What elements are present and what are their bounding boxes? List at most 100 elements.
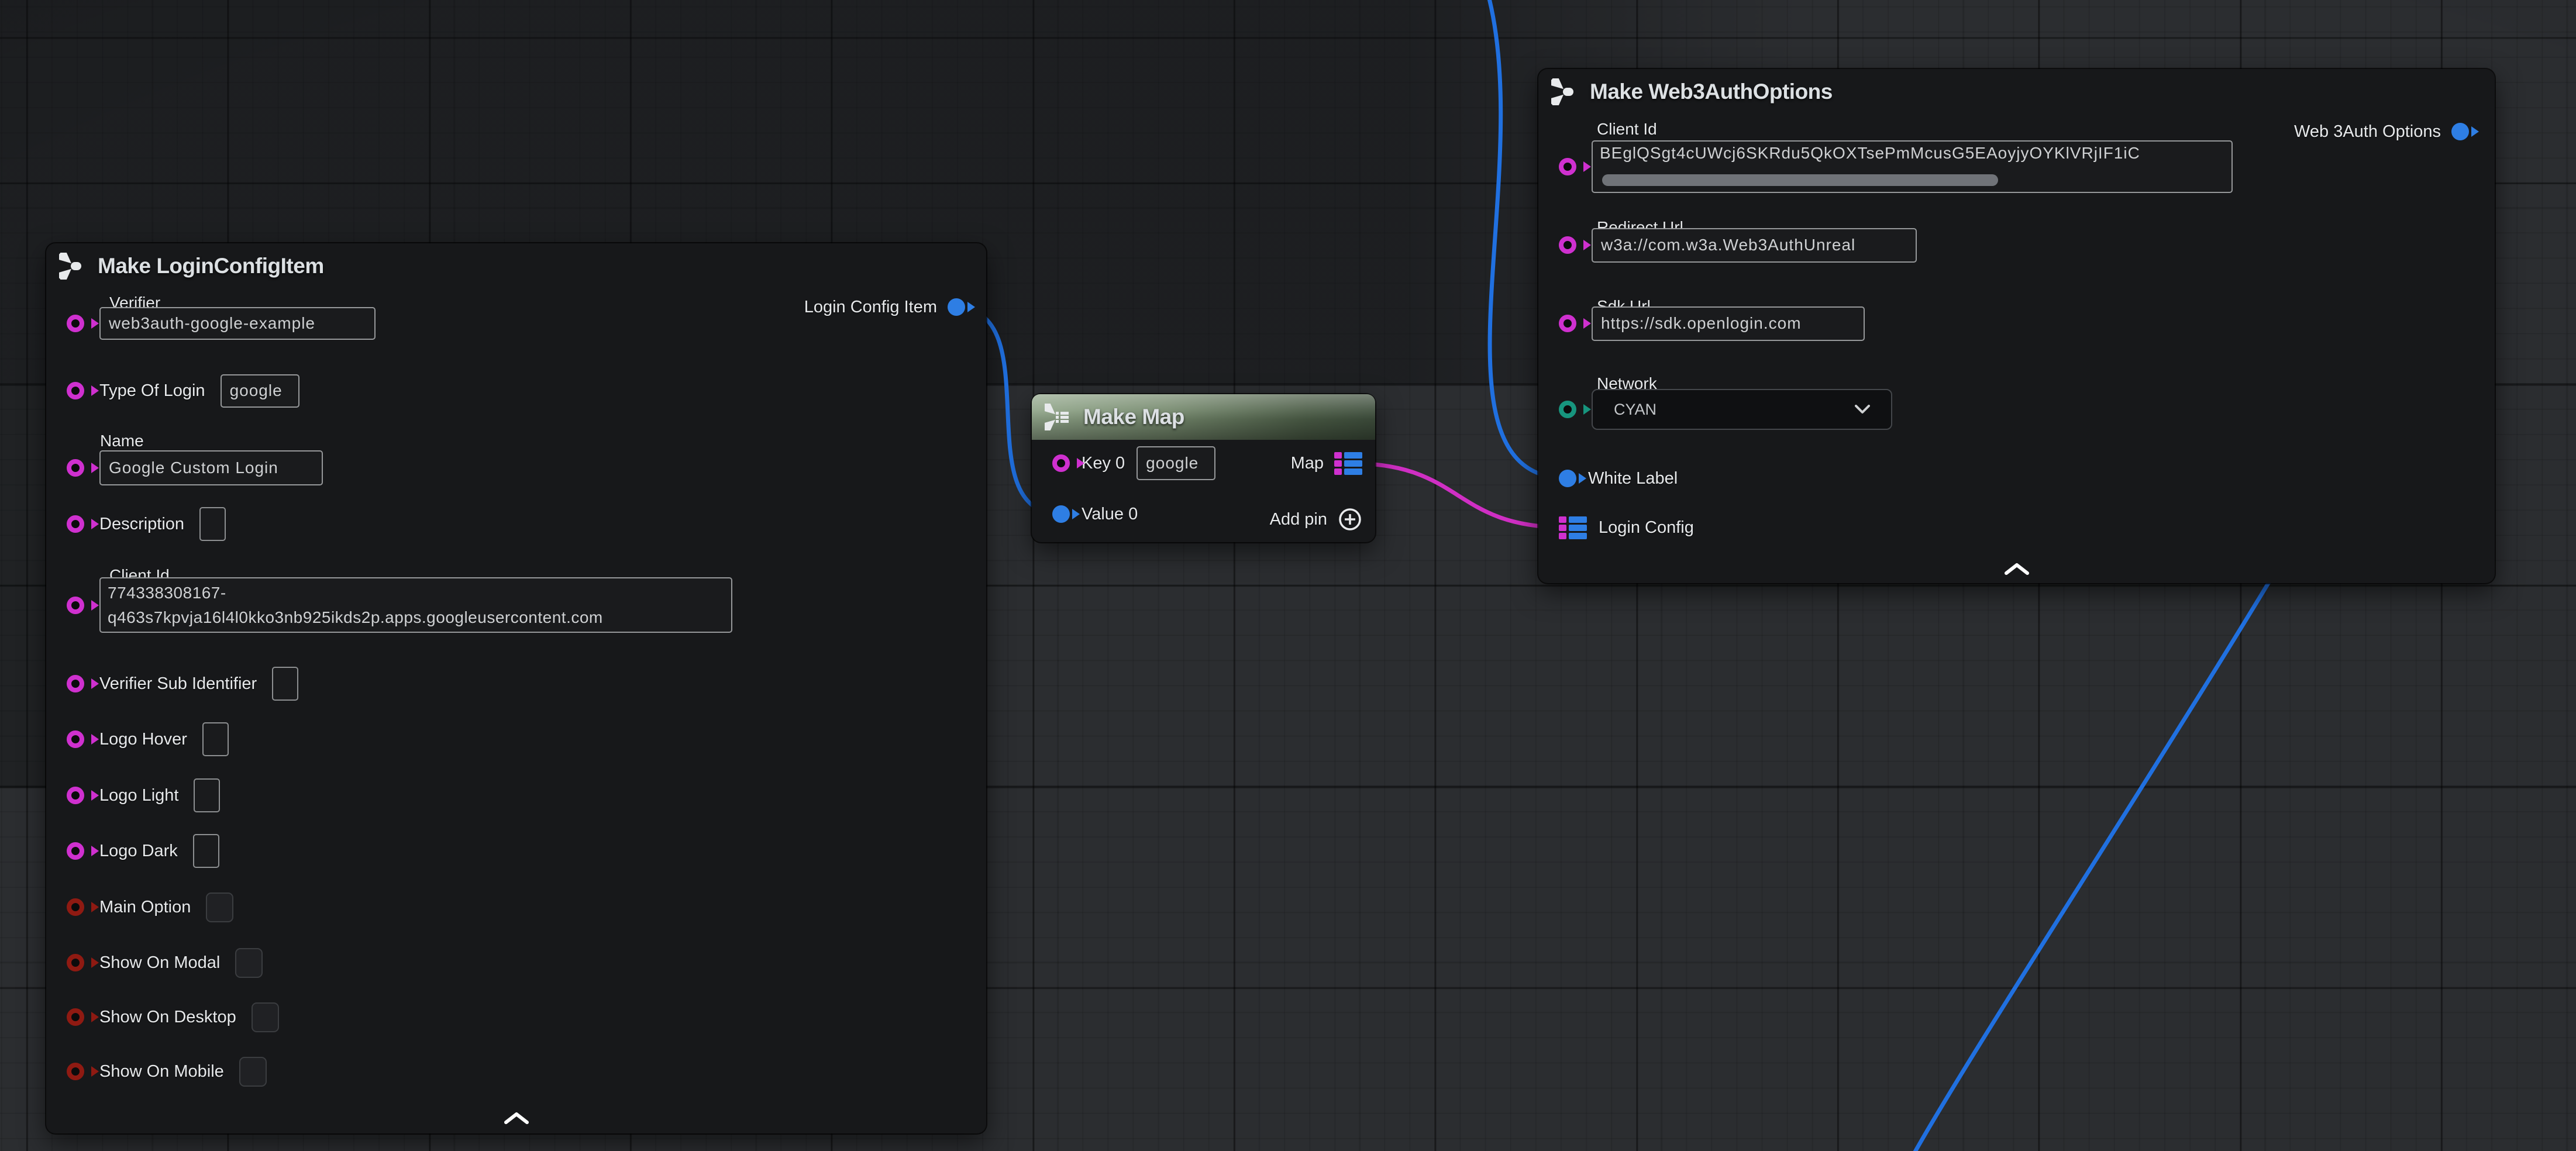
verifier-row: [67, 306, 376, 341]
logo-dark-input[interactable]: [193, 834, 219, 868]
key0-row: Key 0: [1052, 446, 1215, 481]
key0-label: Key 0: [1082, 454, 1125, 473]
map-output-label: Map: [1291, 454, 1324, 473]
pin-value0[interactable]: [1052, 505, 1070, 523]
verifier-sub-identifier-input[interactable]: [272, 667, 298, 701]
collapse-chevron-icon[interactable]: [504, 1111, 529, 1125]
make-struct-icon: [59, 253, 86, 280]
pin-client-id[interactable]: [1559, 158, 1576, 175]
collapse-chevron-icon[interactable]: [2004, 562, 2030, 576]
description-row: Description: [67, 506, 226, 542]
pin-login-config-item-output[interactable]: [948, 298, 965, 316]
main-option-label: Main Option: [99, 898, 191, 917]
pin-network[interactable]: [1559, 401, 1576, 418]
key0-input[interactable]: [1137, 446, 1215, 480]
pin-show-on-desktop[interactable]: [67, 1008, 84, 1026]
logo-light-input[interactable]: [194, 778, 220, 812]
pin-white-label[interactable]: [1559, 470, 1576, 487]
pin-logo-dark[interactable]: [67, 842, 84, 860]
node-header-make-loginconfigitem[interactable]: Make LoginConfigItem: [46, 243, 986, 289]
logo-hover-row: Logo Hover: [67, 722, 229, 757]
add-pin-label: Add pin: [1270, 510, 1327, 529]
client-id-line1: 774338308167-: [108, 581, 724, 605]
show-on-modal-label: Show On Modal: [99, 953, 220, 973]
pin-show-on-modal[interactable]: [67, 954, 84, 971]
description-input[interactable]: [199, 507, 226, 541]
client-id-row: 774338308167- q463s7kpvja16l4l0kko3nb925…: [67, 577, 732, 633]
logo-hover-label: Logo Hover: [99, 730, 187, 749]
redirect-url-input[interactable]: [1592, 228, 1917, 263]
client-id-line2: q463s7kpvja16l4l0kko3nb925ikds2p.apps.go…: [108, 605, 724, 630]
blueprint-graph-canvas[interactable]: Make LoginConfigItem Login Config Item V…: [0, 0, 2576, 1151]
pin-description[interactable]: [67, 515, 84, 533]
client-id-input[interactable]: [1593, 144, 2233, 163]
sdk-url-input[interactable]: [1592, 306, 1865, 341]
client-id-horizontal-scrollbar[interactable]: [1602, 174, 1998, 186]
show-on-desktop-row: Show On Desktop: [67, 1000, 279, 1035]
pin-type-of-login[interactable]: [67, 382, 84, 399]
logo-light-label: Logo Light: [99, 786, 178, 805]
chevron-down-icon: [1855, 405, 1870, 414]
show-on-modal-checkbox[interactable]: [235, 948, 263, 978]
pin-logo-hover[interactable]: [67, 730, 84, 748]
node-header-make-web3authoptions[interactable]: Make Web3AuthOptions: [1538, 69, 2495, 115]
client-id-row: [1559, 139, 2233, 194]
show-on-desktop-label: Show On Desktop: [99, 1008, 236, 1027]
white-label-row: White Label: [1559, 461, 1678, 496]
logo-hover-input[interactable]: [202, 722, 229, 756]
logo-light-row: Logo Light: [67, 778, 220, 813]
name-input[interactable]: [99, 450, 323, 485]
type-of-login-row: Type Of Login: [67, 373, 299, 408]
pin-redirect-url[interactable]: [1559, 236, 1576, 254]
pin-verifier[interactable]: [67, 315, 84, 332]
pin-sdk-url[interactable]: [1559, 315, 1576, 332]
add-pin-icon[interactable]: [1338, 507, 1362, 532]
node-title: Make Web3AuthOptions: [1590, 80, 1833, 104]
pin-web3auth-options-output[interactable]: [2451, 123, 2469, 140]
output-pin-label: Web 3Auth Options: [2294, 122, 2441, 142]
map-output-row: Map: [1291, 446, 1362, 481]
node-header-make-map[interactable]: Make Map: [1032, 394, 1375, 440]
pin-show-on-mobile[interactable]: [67, 1063, 84, 1080]
output-row-web3auth-options: Web 3Auth Options: [2294, 114, 2469, 149]
network-selected-value: CYAN: [1614, 401, 1657, 419]
node-make-map[interactable]: Make Map Key 0 Value 0 Map Add pin: [1032, 394, 1375, 542]
pin-main-option[interactable]: [67, 898, 84, 916]
redirect-url-row: [1559, 228, 1917, 263]
logo-dark-label: Logo Dark: [99, 842, 178, 861]
network-dropdown[interactable]: CYAN: [1592, 389, 1892, 430]
show-on-mobile-label: Show On Mobile: [99, 1062, 224, 1081]
main-option-checkbox[interactable]: [206, 892, 233, 922]
node-make-web3authoptions[interactable]: Make Web3AuthOptions Web 3Auth Options C…: [1538, 69, 2495, 583]
node-title: Make LoginConfigItem: [98, 254, 324, 278]
type-of-login-input[interactable]: [221, 374, 299, 408]
node-make-loginconfigitem[interactable]: Make LoginConfigItem Login Config Item V…: [46, 243, 986, 1133]
type-of-login-label: Type Of Login: [99, 381, 205, 401]
pin-name[interactable]: [67, 459, 84, 477]
value0-label: Value 0: [1082, 505, 1138, 524]
name-row: [67, 450, 323, 485]
pin-client-id[interactable]: [67, 597, 84, 614]
client-id-field[interactable]: [1592, 140, 2233, 193]
client-id-label: Client Id: [1597, 120, 1657, 139]
add-pin-row[interactable]: Add pin: [1270, 502, 1362, 537]
node-title: Make Map: [1083, 405, 1184, 429]
verifier-sub-identifier-row: Verifier Sub Identifier: [67, 666, 298, 701]
output-pin-label: Login Config Item: [804, 298, 937, 317]
client-id-input[interactable]: 774338308167- q463s7kpvja16l4l0kko3nb925…: [99, 577, 732, 633]
sdk-url-row: [1559, 306, 1865, 341]
description-label: Description: [99, 515, 184, 534]
verifier-input[interactable]: [99, 307, 376, 340]
show-on-modal-row: Show On Modal: [67, 945, 263, 980]
pin-key0[interactable]: [1052, 454, 1070, 472]
main-option-row: Main Option: [67, 890, 233, 925]
show-on-mobile-checkbox[interactable]: [239, 1057, 267, 1087]
pin-verifier-sub-identifier[interactable]: [67, 675, 84, 692]
output-row-login-config-item: Login Config Item: [804, 290, 965, 325]
verifier-sub-identifier-label: Verifier Sub Identifier: [99, 674, 257, 694]
logo-dark-row: Logo Dark: [67, 833, 219, 869]
pin-map-output[interactable]: [1334, 452, 1362, 475]
pin-logo-light[interactable]: [67, 787, 84, 804]
show-on-desktop-checkbox[interactable]: [252, 1002, 279, 1032]
pin-login-config[interactable]: [1559, 516, 1587, 539]
